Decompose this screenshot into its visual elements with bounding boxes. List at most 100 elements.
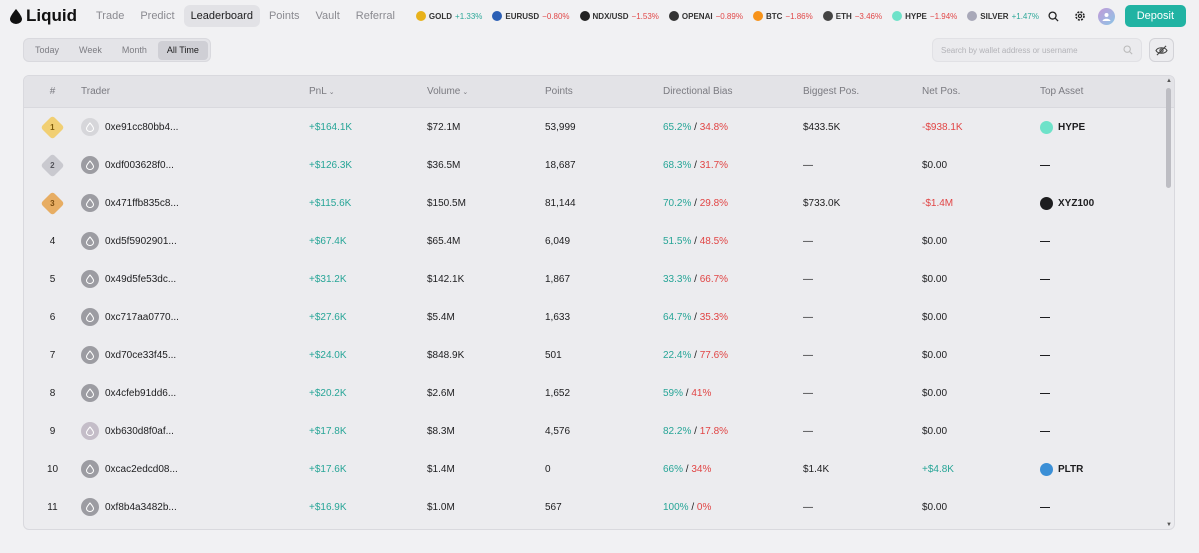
wallet-search-input[interactable] — [941, 45, 1123, 55]
bias-long: 33.3% — [663, 273, 692, 285]
trader-cell[interactable]: 0xc717aa0770... — [81, 308, 309, 326]
ticker-eurusd[interactable]: EURUSD −0.80% — [492, 11, 570, 21]
deposit-button[interactable]: Deposit — [1124, 5, 1186, 27]
col-volume-header[interactable]: Volume ⌄ — [427, 86, 545, 97]
top-asset-cell: PLTR — [1040, 462, 1150, 476]
bias-separator: / — [691, 159, 700, 171]
ethereum-icon — [822, 11, 833, 21]
ticker-symbol: NDX/USD — [592, 11, 629, 21]
top-asset-name: — — [1040, 159, 1050, 171]
ticker-symbol: HYPE — [905, 11, 927, 21]
trader-cell[interactable]: 0xe91cc80bb4... — [81, 118, 309, 136]
table-row[interactable]: 5 0x49d5fe53dc... +$31.2K $142.1K 1,867 33.3%… — [24, 260, 1174, 298]
net-position-cell: $0.00 — [922, 349, 948, 361]
top-asset-cell: — — [1040, 350, 1150, 361]
bias-short: 34.8% — [699, 121, 729, 133]
period-tab-today[interactable]: Today — [26, 41, 68, 60]
bias-cell: 33.3% / 66.7% — [663, 274, 803, 285]
silver-medal-icon: 2 — [40, 152, 65, 178]
ticker-change: −0.80% — [542, 11, 570, 21]
pnl-cell: +$164.1K — [309, 121, 353, 133]
bias-cell: 64.7% / 35.3% — [663, 312, 803, 323]
top-asset-cell: XYZ100 — [1040, 196, 1150, 210]
period-tab-all-time[interactable]: All Time — [157, 40, 208, 60]
col-points-header: Points — [545, 86, 573, 97]
table-row[interactable]: 2 0xdf003628f0... +$126.3K $36.5M 18,687 68.3… — [24, 146, 1174, 184]
table-scrollbar[interactable]: ▲ ▼ — [1166, 78, 1172, 528]
trader-cell[interactable]: 0x471ffb835c8... — [81, 194, 309, 212]
ticker-ndx-usd[interactable]: NDX/USD −1.53% — [579, 11, 659, 21]
nav-item-referral[interactable]: Referral — [349, 5, 402, 27]
biggest-position-cell: $433.5K — [803, 121, 841, 133]
trader-address: 0x4cfeb91dd6... — [105, 387, 177, 399]
ticker-hype[interactable]: HYPE −1.94% — [892, 11, 957, 21]
ticker-symbol: OPENAI — [681, 11, 713, 21]
bias-cell: 65.2% / 34.8% — [663, 122, 803, 133]
ticker-silver[interactable]: SILVER +1.47% — [967, 11, 1039, 21]
nav-item-predict[interactable]: Predict — [133, 5, 181, 27]
net-position-cell: -$1.4M — [922, 197, 954, 209]
table-row[interactable]: 3 0x471ffb835c8... +$115.6K $150.5M 81,144 70… — [24, 184, 1174, 222]
pnl-cell: +$31.2K — [309, 273, 347, 285]
net-position-cell: +$4.8K — [922, 463, 954, 475]
rank-cell: 2 — [24, 152, 81, 178]
trader-cell[interactable]: 0x49d5fe53dc... — [81, 270, 309, 288]
top-asset-cell: — — [1040, 160, 1150, 171]
ticker-eth[interactable]: ETH −3.46% — [822, 11, 882, 21]
top-asset-cell: — — [1040, 236, 1150, 247]
trader-cell[interactable]: 0xcac2edcd08... — [81, 460, 309, 478]
ticker-symbol: SILVER — [980, 11, 1009, 21]
nav-item-trade[interactable]: Trade — [89, 5, 131, 27]
pnl-cell: +$115.6K — [309, 197, 352, 209]
nav-item-vault[interactable]: Vault — [309, 5, 347, 27]
bias-long: 51.5% — [663, 235, 692, 247]
search-icon[interactable] — [1046, 8, 1062, 24]
net-position-cell: $0.00 — [922, 273, 948, 285]
ticker-openai[interactable]: OPENAI −0.89% — [668, 11, 743, 21]
top-asset-name: — — [1040, 235, 1050, 247]
table-row[interactable]: 4 0xd5f5902901... +$67.4K $65.4M 6,049 51.5% … — [24, 222, 1174, 260]
volume-cell: $1.0M — [427, 501, 455, 513]
bias-separator: / — [691, 425, 700, 437]
col-asset-header: Top Asset — [1040, 86, 1084, 97]
biggest-position-cell: — — [803, 273, 813, 285]
scroll-up-icon[interactable]: ▲ — [1166, 78, 1172, 84]
trader-cell[interactable]: 0xdf003628f0... — [81, 156, 309, 174]
table-row[interactable]: 6 0xc717aa0770... +$27.6K $5.4M 1,633 64.7% /… — [24, 298, 1174, 336]
table-row[interactable]: 8 0x4cfeb91dd6... +$20.2K $2.6M 1,652 59% / 4… — [24, 374, 1174, 412]
trader-cell[interactable]: 0xd5f5902901... — [81, 232, 309, 250]
period-tab-week[interactable]: Week — [70, 41, 111, 60]
table-row[interactable]: 1 0xe91cc80bb4... +$164.1K $72.1M 53,999 65.2… — [24, 108, 1174, 146]
trader-cell[interactable]: 0xd70ce33f45... — [81, 346, 309, 364]
trader-cell[interactable]: 0xf8b4a3482b... — [81, 498, 309, 516]
trader-cell[interactable]: 0xb630d8f0af... — [81, 422, 309, 440]
trader-address: 0x49d5fe53dc... — [105, 273, 177, 285]
silver-coin-icon — [967, 11, 978, 21]
period-tab-month[interactable]: Month — [113, 41, 156, 60]
bias-long: 70.2% — [663, 197, 692, 209]
bias-separator: / — [691, 235, 700, 247]
nav-item-points[interactable]: Points — [262, 5, 307, 27]
table-row[interactable]: 10 0xcac2edcd08... +$17.6K $1.4M 0 66% / 34% $… — [24, 450, 1174, 488]
col-pnl-header[interactable]: PnL ⌄ — [309, 86, 427, 97]
top-asset-cell: — — [1040, 502, 1150, 513]
scroll-down-icon[interactable]: ▼ — [1166, 522, 1172, 528]
pnl-cell: +$126.3K — [309, 159, 353, 171]
hide-toggle-button[interactable] — [1149, 38, 1174, 62]
nav-item-leaderboard[interactable]: Leaderboard — [183, 5, 260, 27]
user-avatar[interactable] — [1097, 7, 1115, 25]
bias-cell: 51.5% / 48.5% — [663, 236, 803, 247]
trader-cell[interactable]: 0x4cfeb91dd6... — [81, 384, 309, 402]
table-row[interactable]: 11 0xf8b4a3482b... +$16.9K $1.0M 567 100% / 0… — [24, 488, 1174, 526]
table-row[interactable]: 7 0xd70ce33f45... +$24.0K $848.9K 501 22.4% /… — [24, 336, 1174, 374]
brand-logo[interactable]: Liquid — [10, 6, 77, 26]
top-asset-name: XYZ100 — [1058, 197, 1095, 209]
net-position-cell: $0.00 — [922, 311, 948, 323]
scroll-thumb[interactable] — [1166, 88, 1171, 188]
bias-long: 68.3% — [663, 159, 692, 171]
bias-separator: / — [691, 121, 700, 133]
gear-icon[interactable] — [1072, 8, 1088, 24]
table-row[interactable]: 9 0xb630d8f0af... +$17.8K $8.3M 4,576 82.2% /… — [24, 412, 1174, 450]
ticker-gold[interactable]: GOLD +1.33% — [415, 11, 482, 21]
ticker-btc[interactable]: BTC −1.86% — [752, 11, 813, 21]
